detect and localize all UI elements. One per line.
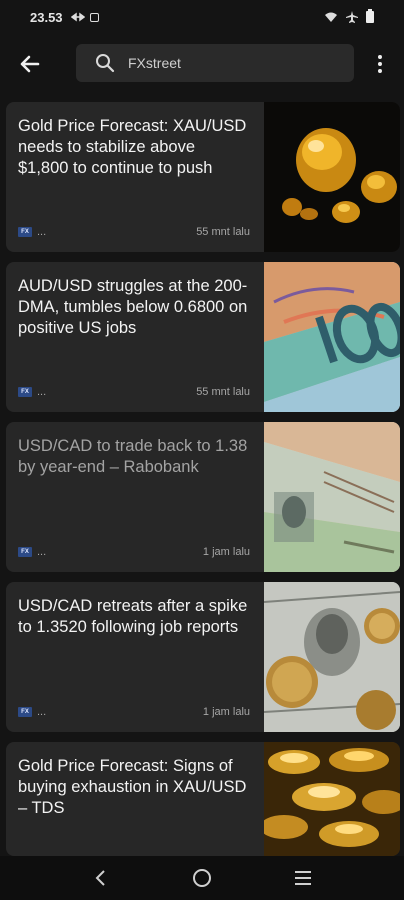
source-name: ... <box>37 706 47 718</box>
search-bar[interactable] <box>76 44 354 82</box>
fxstreet-logo-icon: FX <box>18 547 32 557</box>
nav-home-button[interactable] <box>182 858 222 898</box>
home-circle-icon <box>192 869 211 887</box>
gold-ingots-image <box>264 742 400 856</box>
battery-icon <box>366 9 374 23</box>
search-icon <box>96 54 115 73</box>
article-title: Gold Price Forecast: Signs of buying exh… <box>18 757 247 817</box>
search-input[interactable] <box>128 55 328 71</box>
article-card[interactable]: USD/CAD retreats after a spike to 1.3520… <box>6 582 400 732</box>
back-button[interactable] <box>16 52 44 76</box>
wifi-icon <box>325 12 337 22</box>
arrow-left-icon <box>20 55 40 73</box>
sim-icon <box>89 12 99 22</box>
article-card[interactable]: AUD/USD struggles at the 200-DMA, tumble… <box>6 262 400 412</box>
article-title: USD/CAD retreats after a spike to 1.3520… <box>18 597 248 636</box>
nav-recents-button[interactable] <box>283 858 323 898</box>
article-time: 1 jam lalu <box>202 546 250 558</box>
airplane-icon <box>346 11 358 23</box>
article-time: 55 mnt lalu <box>196 386 250 398</box>
dot <box>378 62 382 66</box>
canadian-dollar-image <box>264 422 400 572</box>
tools-icon <box>70 12 85 22</box>
article-time: 55 mnt lalu <box>196 226 250 238</box>
gold-nuggets-image <box>264 102 400 252</box>
article-source: FX ... <box>18 386 46 398</box>
article-title: Gold Price Forecast: XAU/USD needs to st… <box>18 117 247 177</box>
article-meta: FX ... 55 mnt lalu <box>18 226 250 238</box>
system-navigation-bar <box>0 856 404 900</box>
chevron-left-icon <box>95 870 105 886</box>
notification-icons <box>70 12 99 22</box>
article-title: AUD/USD struggles at the 200-DMA, tumble… <box>18 277 248 337</box>
article-source: FX ... <box>18 706 46 718</box>
article-card[interactable]: USD/CAD to trade back to 1.38 by year-en… <box>6 422 400 572</box>
system-icons <box>324 9 374 23</box>
status-bar: 23.53 <box>0 0 404 34</box>
clock: 23.53 <box>30 9 63 25</box>
dot <box>378 55 382 59</box>
app-bar <box>0 40 404 88</box>
fxstreet-logo-icon: FX <box>18 707 32 717</box>
menu-lines-icon <box>295 871 312 885</box>
source-name: ... <box>37 546 47 558</box>
fxstreet-logo-icon: FX <box>18 387 32 397</box>
article-meta: FX ... 1 jam lalu <box>18 546 250 558</box>
us-dollar-coins-image <box>264 582 400 732</box>
australian-dollar-image <box>264 262 400 412</box>
article-meta: FX ... 1 jam lalu <box>18 706 250 718</box>
article-card[interactable]: Gold Price Forecast: Signs of buying exh… <box>6 742 400 856</box>
article-source: FX ... <box>18 546 46 558</box>
source-name: ... <box>37 226 47 238</box>
more-options-button[interactable] <box>372 52 388 76</box>
dot <box>378 69 382 73</box>
article-source: FX ... <box>18 226 46 238</box>
fxstreet-logo-icon: FX <box>18 227 32 237</box>
article-meta: FX ... 55 mnt lalu <box>18 386 250 398</box>
nav-back-button[interactable] <box>81 858 121 898</box>
article-title: USD/CAD to trade back to 1.38 by year-en… <box>18 437 248 476</box>
source-name: ... <box>37 386 47 398</box>
article-card[interactable]: Gold Price Forecast: XAU/USD needs to st… <box>6 102 400 252</box>
article-time: 1 jam lalu <box>202 706 250 718</box>
